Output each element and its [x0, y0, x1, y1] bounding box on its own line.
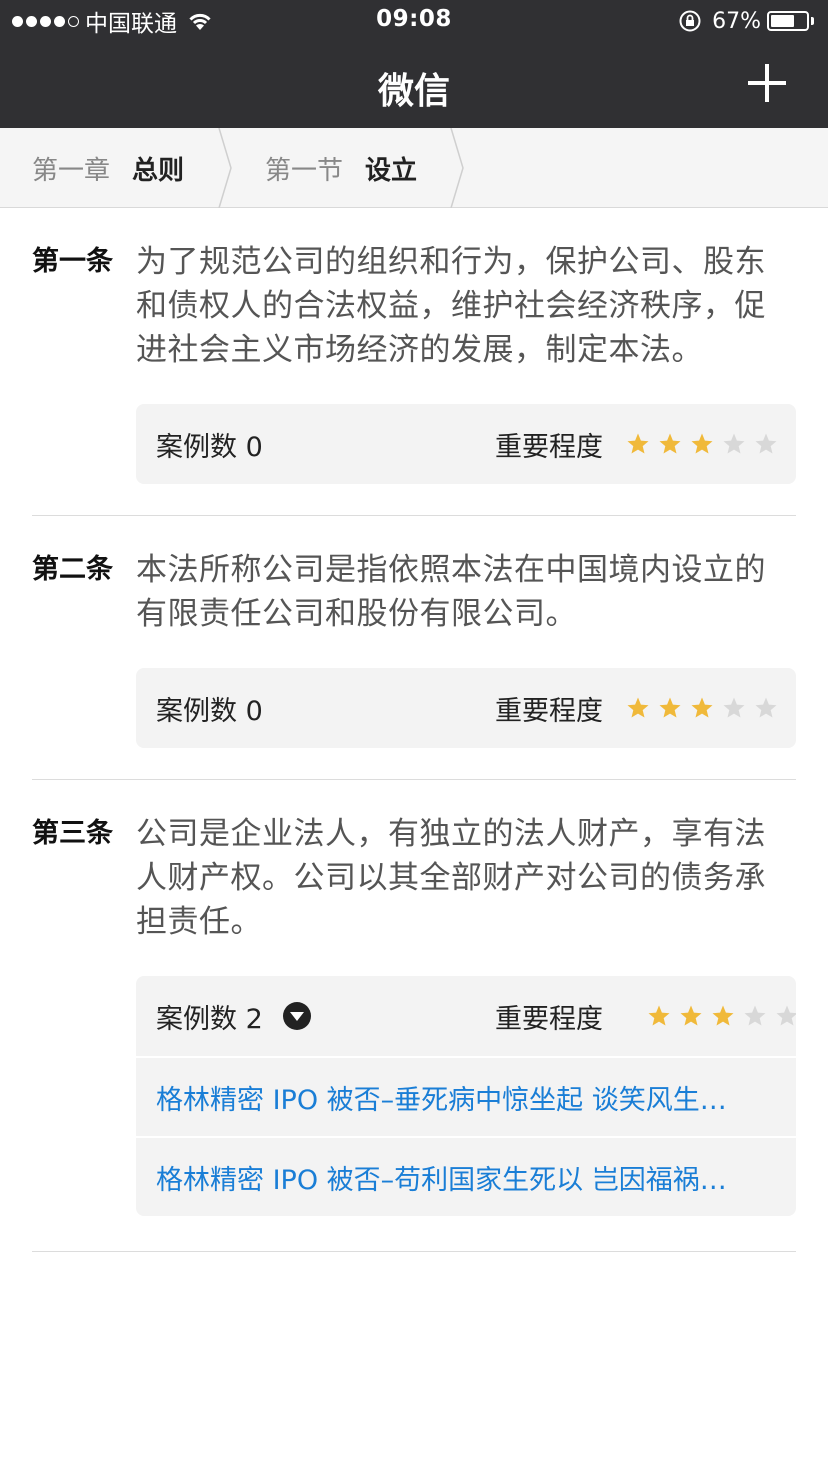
article-item: 第三条 公司是企业法人，有独立的法人财产，享有法人财产权。公司以其全部财产对公司… — [32, 812, 796, 1252]
case-link-item[interactable]: 格林精密 IPO 被否–苟利国家生死以 岂因福祸… — [136, 1136, 796, 1216]
chapter-name: 总则 — [132, 155, 185, 186]
battery-icon — [767, 11, 809, 31]
star-empty-icon — [755, 433, 777, 454]
case-link[interactable]: 格林精密 IPO 被否–垂死病中惊坐起 谈笑风生… — [156, 1078, 756, 1117]
importance-label: 重要程度 — [495, 431, 603, 463]
star-filled-icon — [648, 1005, 670, 1026]
star-empty-icon — [723, 433, 745, 454]
page-title: 微信 — [377, 71, 450, 112]
meta-row: 案例数 0 重要程度 — [136, 404, 796, 484]
star-empty-icon — [755, 697, 777, 718]
importance-rating — [647, 1004, 796, 1028]
section-level: 第一节 — [265, 155, 344, 186]
star-filled-icon — [627, 433, 649, 454]
star-empty-icon — [744, 1005, 766, 1026]
article-item: 第一条 为了规范公司的组织和行为，保护公司、股东和债权人的合法权益，维护社会经济… — [32, 240, 796, 516]
article-text: 公司是企业法人，有独立的法人财产，享有法人财产权。公司以其全部财产对公司的债务承… — [136, 816, 766, 940]
importance-label: 重要程度 — [495, 1003, 603, 1035]
nav-bar: 微信 — [0, 40, 828, 128]
battery-percent: 67% — [712, 8, 761, 34]
star-filled-icon — [691, 697, 713, 718]
article-label: 第二条 — [32, 554, 113, 585]
case-link[interactable]: 格林精密 IPO 被否–苟利国家生死以 岂因福祸… — [156, 1158, 756, 1197]
star-empty-icon — [723, 697, 745, 718]
star-filled-icon — [712, 1005, 734, 1026]
breadcrumb-section[interactable]: 第一节 设立 — [265, 128, 417, 208]
case-count: 案例数 0 — [156, 695, 263, 727]
chevron-down-icon[interactable] — [282, 1002, 311, 1030]
star-filled-icon — [659, 697, 681, 718]
chevron-right-icon — [450, 128, 464, 208]
star-filled-icon — [691, 433, 713, 454]
case-link-item[interactable]: 格林精密 IPO 被否–垂死病中惊坐起 谈笑风生… — [136, 1056, 796, 1136]
chevron-right-icon — [218, 128, 232, 208]
status-right: 67% — [678, 6, 814, 36]
meta-row[interactable]: 案例数 2 重要程度 — [136, 976, 796, 1056]
section-name: 设立 — [365, 155, 418, 186]
article-label: 第三条 — [32, 818, 113, 849]
article-meta: 案例数 2 重要程度 格林精密 IPO 被否–垂死病中惊坐起 谈笑风生… 格林精… — [136, 976, 796, 1216]
case-count: 案例数 0 — [156, 431, 263, 463]
article-label: 第一条 — [32, 246, 113, 277]
importance-label: 重要程度 — [495, 695, 603, 727]
article-text: 为了规范公司的组织和行为，保护公司、股东和债权人的合法权益，维护社会经济秩序，促… — [136, 244, 766, 368]
article-text: 本法所称公司是指依照本法在中国境内设立的有限责任公司和股份有限公司。 — [136, 552, 766, 632]
star-filled-icon — [627, 697, 649, 718]
importance-rating — [626, 432, 778, 456]
star-empty-icon — [776, 1005, 796, 1026]
importance-rating — [626, 696, 778, 720]
status-bar: 中国联通 09:08 67% — [0, 0, 828, 40]
meta-row: 案例数 0 重要程度 — [136, 668, 796, 748]
breadcrumb: 第一章 总则 第一节 设立 — [0, 128, 828, 208]
star-filled-icon — [680, 1005, 702, 1026]
breadcrumb-chapter[interactable]: 第一章 总则 — [32, 128, 184, 208]
star-filled-icon — [659, 433, 681, 454]
case-count: 案例数 2 — [156, 997, 311, 1036]
article-meta: 案例数 0 重要程度 — [136, 404, 796, 484]
chapter-level: 第一章 — [32, 155, 111, 186]
rotation-lock-icon — [679, 10, 701, 32]
article-item: 第二条 本法所称公司是指依照本法在中国境内设立的有限责任公司和股份有限公司。 案… — [32, 548, 796, 780]
article-meta: 案例数 0 重要程度 — [136, 668, 796, 748]
plus-icon[interactable] — [748, 64, 786, 102]
